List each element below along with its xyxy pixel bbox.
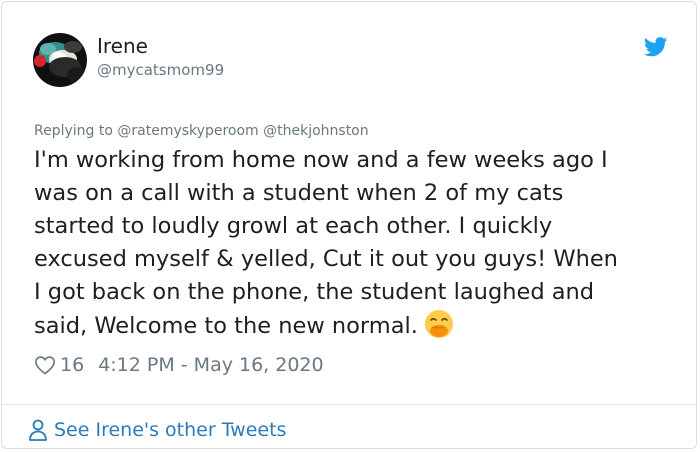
timestamp[interactable]: 4:12 PM - May 16, 2020: [98, 354, 323, 376]
tweet-meta: 16 4:12 PM - May 16, 2020: [34, 352, 324, 378]
tweet-text-line: I'm working from home now and a few week…: [34, 147, 608, 173]
heart-outline-icon[interactable]: [34, 355, 56, 375]
author-handle[interactable]: @mycatsmom99: [97, 60, 224, 80]
replying-to-prefix: Replying to: [34, 123, 113, 139]
tweet-text-line: started to loudly growl at each other. I…: [34, 213, 553, 239]
avatar[interactable]: [33, 33, 87, 87]
footer-divider: [2, 404, 696, 405]
tweet-text-line: was on a call with a student when 2 of m…: [34, 180, 564, 206]
person-outline-icon: [29, 419, 47, 441]
tweet-text: I'm working from home now and a few week…: [34, 144, 674, 343]
see-other-tweets-link[interactable]: See Irene's other Tweets: [28, 415, 286, 445]
author-display-name[interactable]: Irene: [97, 34, 148, 58]
tweet-text-line: said, Welcome to the new normal.: [34, 313, 418, 339]
tweet-card: Irene @mycatsmom99 Replying to @ratemysk…: [1, 1, 697, 449]
twitter-bird-icon[interactable]: [644, 37, 668, 57]
tweet-text-line: excused myself & yelled, Cut it out you …: [34, 246, 618, 272]
like-count[interactable]: 16: [60, 354, 84, 376]
tweet-text-last-line: said, Welcome to the new normal.: [34, 309, 674, 343]
avatar-image: [33, 33, 87, 87]
reply-mention[interactable]: @ratemyskyperoom: [117, 123, 258, 139]
tweet-text-line: I got back on the phone, the student lau…: [34, 279, 595, 305]
see-other-tweets-label[interactable]: See Irene's other Tweets: [54, 419, 286, 441]
replying-to-line: Replying to @ratemyskyperoom @thekjohnst…: [34, 122, 369, 140]
face-with-hand-over-mouth-emoji: [424, 310, 453, 338]
reply-mention[interactable]: @thekjohnston: [263, 123, 369, 139]
